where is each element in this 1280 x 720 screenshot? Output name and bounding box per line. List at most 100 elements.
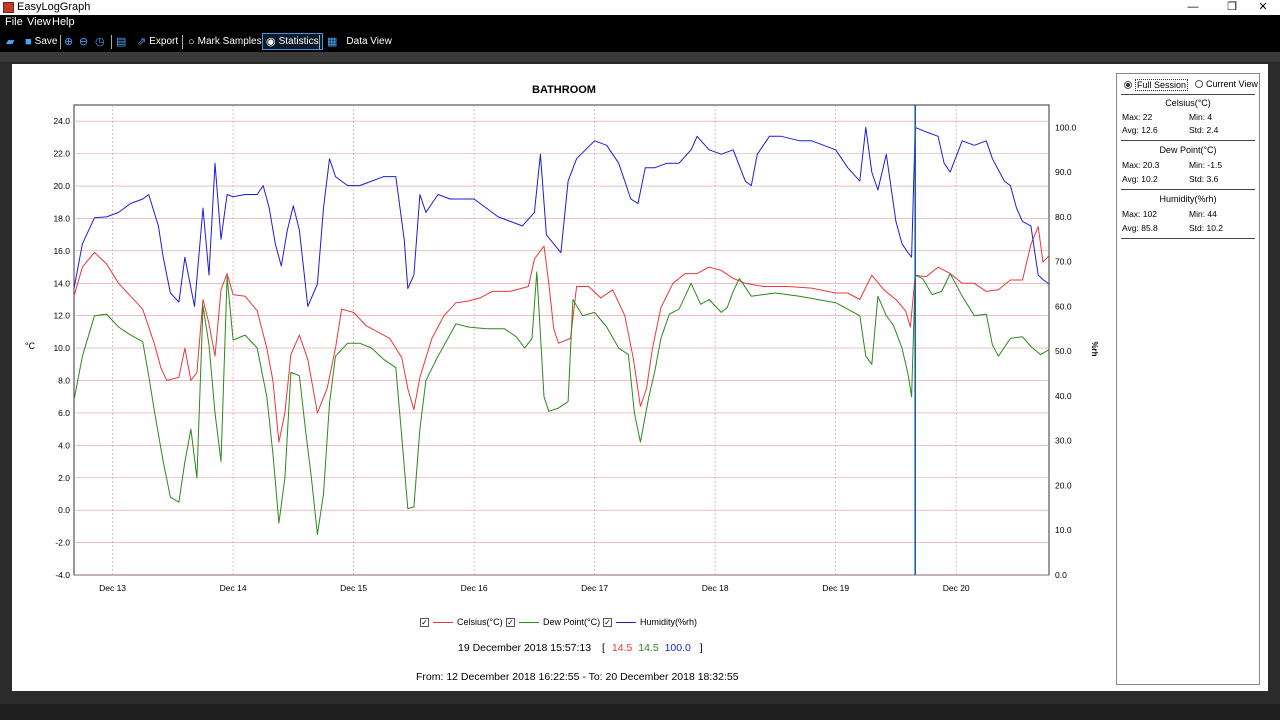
toolbar-divider xyxy=(0,52,1280,62)
y-tick-label-right: 10.0 xyxy=(1055,525,1072,535)
restore-button[interactable]: ❐ xyxy=(1215,0,1249,15)
y-tick-label-left: 8.0 xyxy=(58,376,70,386)
graph-panel: BATHROOM °C %rh 24.0 22.0 20.0 18.0 16.0 14.0… xyxy=(12,64,1268,691)
celsius-stats-title: Celsius(°C) xyxy=(1165,98,1211,108)
toolbar-separator xyxy=(111,35,112,49)
window-title: EasyLogGraph xyxy=(17,1,91,13)
celsius-legend-line xyxy=(433,621,453,623)
legend-humidity[interactable]: ✓ Humidity(%rh) xyxy=(603,617,697,627)
menu-bar: File View Help xyxy=(0,15,1280,30)
y-tick-label-right: 70.0 xyxy=(1055,257,1072,267)
table-icon: ▦ xyxy=(327,36,338,48)
y-tick-label-left: -2.0 xyxy=(55,538,70,548)
y-tick-label-right: 60.0 xyxy=(1055,301,1072,311)
circle-icon: ○ xyxy=(188,35,195,48)
legend-dew-point[interactable]: ✓ Dew Point(°C) xyxy=(506,617,600,627)
y-tick-label-left: 24.0 xyxy=(53,116,70,126)
y-tick-label-right: 80.0 xyxy=(1055,212,1072,222)
y-tick-label-left: 10.0 xyxy=(53,343,70,353)
celsius-max: Max: 22 xyxy=(1122,112,1153,122)
humidity-avg: Avg: 85.8 xyxy=(1122,223,1158,233)
toolbar-separator xyxy=(182,35,183,49)
print-button[interactable]: ▤ xyxy=(116,33,129,50)
divider xyxy=(1121,94,1255,95)
humidity-checkbox[interactable]: ✓ xyxy=(603,617,612,627)
cursor-dew-value: 14.5 xyxy=(638,642,659,654)
divider xyxy=(1121,140,1255,141)
toolbar-separator xyxy=(319,35,320,49)
save-label: Save xyxy=(34,36,58,47)
dew-point-checkbox[interactable]: ✓ xyxy=(506,617,515,627)
session-range: From: 12 December 2018 16:22:55 - To: 20… xyxy=(416,671,739,683)
y-tick-label-left: 2.0 xyxy=(58,473,70,483)
data-view-button[interactable]: ▦ Data View xyxy=(327,33,392,50)
toolbar: ▰ ■ Save ⊕ ⊖ ◷ ▤ ⇗ Export ○ Mark Samples… xyxy=(0,30,1280,52)
mark-samples-button[interactable]: ○ Mark Samples xyxy=(188,33,262,50)
y-tick-label-left: 16.0 xyxy=(53,246,70,256)
y-tick-label-right: 0.0 xyxy=(1055,570,1067,580)
humidity-legend-line xyxy=(616,621,636,623)
readout-open-bracket: [ xyxy=(602,642,605,654)
divider xyxy=(1121,189,1255,190)
title-bar: EasyLogGraph — ❐ ✕ xyxy=(0,0,1280,15)
y-tick-label-right: 100.0 xyxy=(1055,122,1077,132)
save-icon: ■ xyxy=(25,35,32,48)
x-tick-label: Dec 19 xyxy=(822,583,849,593)
y-tick-label-right: 20.0 xyxy=(1055,480,1072,490)
close-button[interactable]: ✕ xyxy=(1246,0,1280,15)
open-folder-icon: ▰ xyxy=(6,36,15,48)
clock-icon: ◷ xyxy=(95,36,105,48)
chart-title: BATHROOM xyxy=(532,84,596,96)
status-bar xyxy=(0,704,1280,720)
zoom-out-button[interactable]: ⊖ xyxy=(79,33,91,50)
data-view-label: Data View xyxy=(346,36,392,47)
x-tick-label: Dec 18 xyxy=(702,583,729,593)
radio-unchecked-icon xyxy=(1195,80,1203,88)
y-axis-label-right: %rh xyxy=(1090,341,1099,356)
statistics-button[interactable]: ◉ Statistics xyxy=(262,33,323,50)
menu-view[interactable]: View xyxy=(27,16,51,28)
x-tick-label: Dec 16 xyxy=(461,583,488,593)
y-axis-label-left: °C xyxy=(25,341,36,351)
x-tick-label: Dec 17 xyxy=(581,583,608,593)
dew-point-avg: Avg: 10.2 xyxy=(1122,174,1158,184)
full-session-option[interactable]: Full Session xyxy=(1124,79,1189,91)
time-button[interactable]: ◷ xyxy=(95,33,108,50)
celsius-checkbox[interactable]: ✓ xyxy=(420,617,429,627)
dew-point-legend-line xyxy=(519,621,539,623)
y-tick-label-left: -4.0 xyxy=(55,570,70,580)
y-tick-label-right: 30.0 xyxy=(1055,436,1072,446)
current-view-option[interactable]: Current View xyxy=(1195,79,1258,89)
radio-selected-icon: ◉ xyxy=(266,36,276,48)
zoom-in-button[interactable]: ⊕ xyxy=(64,33,76,50)
export-icon: ⇗ xyxy=(137,36,147,48)
export-button[interactable]: ⇗ Export xyxy=(137,33,178,50)
divider xyxy=(1121,238,1255,239)
printer-icon: ▤ xyxy=(116,36,127,48)
humidity-legend-label: Humidity(%rh) xyxy=(640,617,698,627)
y-tick-label-left: 14.0 xyxy=(53,278,70,288)
mark-samples-label: Mark Samples xyxy=(197,36,262,47)
y-tick-label-right: 90.0 xyxy=(1055,167,1072,177)
x-tick-label: Dec 13 xyxy=(99,583,126,593)
full-session-label: Full Session xyxy=(1135,79,1189,91)
save-button[interactable]: ■ Save xyxy=(25,33,57,50)
dew-point-stats-title: Dew Point(°C) xyxy=(1159,145,1217,155)
plot-area xyxy=(73,104,1050,576)
humidity-stats-title: Humidity(%rh) xyxy=(1159,194,1217,204)
dew-point-legend-label: Dew Point(°C) xyxy=(543,617,601,627)
open-button[interactable]: ▰ xyxy=(6,33,17,50)
chart[interactable]: BATHROOM °C %rh 24.0 22.0 20.0 18.0 16.0 14.0… xyxy=(12,64,1112,624)
celsius-avg: Avg: 12.6 xyxy=(1122,125,1158,135)
zoom-out-icon: ⊖ xyxy=(79,36,89,48)
x-tick-label: Dec 20 xyxy=(943,583,970,593)
current-view-label: Current View xyxy=(1206,79,1258,89)
dew-point-min: Min: -1.5 xyxy=(1189,160,1223,170)
y-tick-label-right: 50.0 xyxy=(1055,346,1072,356)
celsius-legend-label: Celsius(°C) xyxy=(457,617,503,627)
menu-help[interactable]: Help xyxy=(52,16,75,28)
menu-file[interactable]: File xyxy=(5,16,23,28)
y-tick-label-left: 22.0 xyxy=(53,149,70,159)
minimize-button[interactable]: — xyxy=(1176,0,1210,15)
legend-celsius[interactable]: ✓ Celsius(°C) xyxy=(420,617,503,627)
